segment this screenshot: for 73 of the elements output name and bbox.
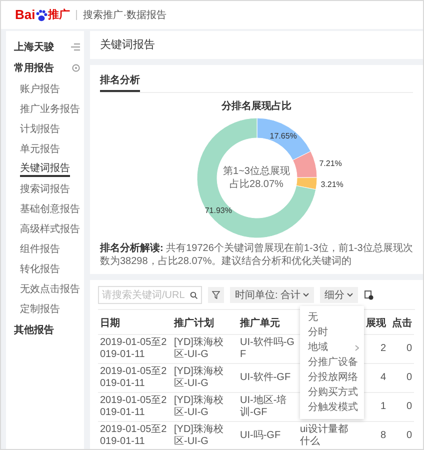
caret-icon	[302, 293, 309, 297]
sidebar-item[interactable]: 搜索词报告	[20, 182, 70, 196]
column-header: 推广单元	[240, 318, 280, 329]
sidebar-item[interactable]: 转化报告	[20, 262, 60, 276]
table-cell-text: 0	[405, 430, 412, 442]
slice-label: 17.65%	[269, 132, 296, 140]
table-cell-text: 0	[405, 401, 412, 413]
column-header: 推广计划	[174, 318, 214, 329]
filter-icon	[212, 291, 220, 299]
group-title[interactable]: 常用报告	[14, 60, 54, 76]
menu-item[interactable]: 无	[300, 310, 364, 325]
account-name: 上海天骏	[14, 40, 54, 54]
download-icon[interactable]	[364, 290, 374, 300]
table-cell-text: 8	[379, 430, 386, 442]
table-cell-text: 2019-01-05至2019-01-11	[100, 424, 168, 448]
table-cell-text: 2019-01-05至2019-01-11	[100, 366, 168, 390]
collapse-icon[interactable]	[71, 43, 80, 51]
chart-title: 分排名展现占比	[222, 100, 292, 114]
table-cell-text: 2019-01-05至2019-01-11	[100, 395, 168, 419]
paw-icon	[35, 8, 48, 22]
caret-icon	[346, 293, 353, 297]
group-title[interactable]: 其他报告	[14, 322, 54, 338]
table-cell-text: 2	[379, 343, 386, 355]
table-cell-text: 0	[405, 343, 412, 355]
table-cell-text: ui设计量都什么	[300, 424, 349, 448]
circle-icon[interactable]	[72, 64, 80, 72]
app-title: 搜索推广·数据报告	[83, 8, 167, 22]
table-cell-text: 0	[405, 372, 412, 384]
table-cell-text: 2019-01-05至2019-01-11	[100, 337, 168, 361]
column-header: 展现	[366, 318, 386, 329]
slice-label: 3.21%	[320, 180, 343, 189]
search-icon[interactable]	[190, 290, 198, 300]
table-cell-text: 4	[379, 372, 386, 384]
time-unit-dropdown[interactable]: 时间单位: 合计	[230, 287, 314, 303]
table-cell-text: [YD]珠海校区-UI-G	[174, 337, 224, 361]
sidebar-item[interactable]: 推广业务报告	[20, 102, 80, 116]
table-cell-text: [YD]珠海校区-UI-G	[174, 395, 224, 419]
breakdown-dropdown[interactable]: 细分	[320, 287, 358, 303]
sidebar-item[interactable]: 账户报告	[20, 82, 60, 96]
logo-text: 推广	[48, 8, 70, 23]
menu-item[interactable]: 分触发模式	[300, 400, 364, 415]
column-header: 日期	[100, 318, 120, 329]
page-title: 关键词报告	[100, 38, 155, 53]
menu-item[interactable]: 分投放网络	[300, 370, 364, 385]
table-cell-text: 1	[379, 401, 386, 413]
chevron-right-icon	[355, 344, 359, 350]
table-cell-text: [YD]珠海校区-UI-G	[174, 424, 224, 448]
sidebar-item[interactable]: 组件报告	[20, 242, 60, 256]
table-cell-text: [YD]珠海校区-UI-G	[174, 366, 224, 390]
search-field[interactable]: 请搜索关键词/URL	[98, 286, 202, 304]
filter-button[interactable]	[208, 287, 224, 303]
slice-label: 7.21%	[318, 159, 342, 168]
column-header: 点击	[392, 318, 412, 329]
menu-item[interactable]: 地域	[300, 340, 364, 355]
table-cell-text: UI-软件吗-GF	[240, 337, 296, 361]
table-cell-text: UI-地区-培训-GF	[240, 395, 288, 419]
donut-center-text: 占比28.07%	[230, 178, 284, 191]
sidebar-item[interactable]: 高级样式报告	[20, 222, 80, 236]
sidebar-item[interactable]: 定制报告	[20, 302, 60, 316]
sidebar-item[interactable]: 无效点击报告	[20, 282, 80, 296]
table-cell-text: UI-吗-GF	[240, 430, 282, 442]
table-cell-text: UI-软件-GF	[240, 372, 292, 384]
logo-text: Bai	[15, 6, 36, 24]
sidebar-item[interactable]: 单元报告	[20, 142, 60, 156]
sidebar-item[interactable]: 计划报告	[20, 122, 60, 136]
menu-item[interactable]: 分购买方式	[300, 385, 364, 400]
analysis-summary: 排名分析解读: 共有19726个关键词曾展现在前1-3位，前1-3位总展现次数为38298，占比28.07%。建议结合分析和优化关键词的	[100, 242, 413, 268]
donut-center-text: 第1~3位总展现	[223, 165, 290, 178]
tab[interactable]: 排名分析	[100, 73, 140, 92]
sidebar-item[interactable]: 关键词报告	[20, 162, 70, 176]
menu-item[interactable]: 分推广设备	[300, 355, 364, 370]
sidebar-item[interactable]: 基础创意报告	[20, 202, 80, 216]
menu-item[interactable]: 分时	[300, 325, 364, 340]
